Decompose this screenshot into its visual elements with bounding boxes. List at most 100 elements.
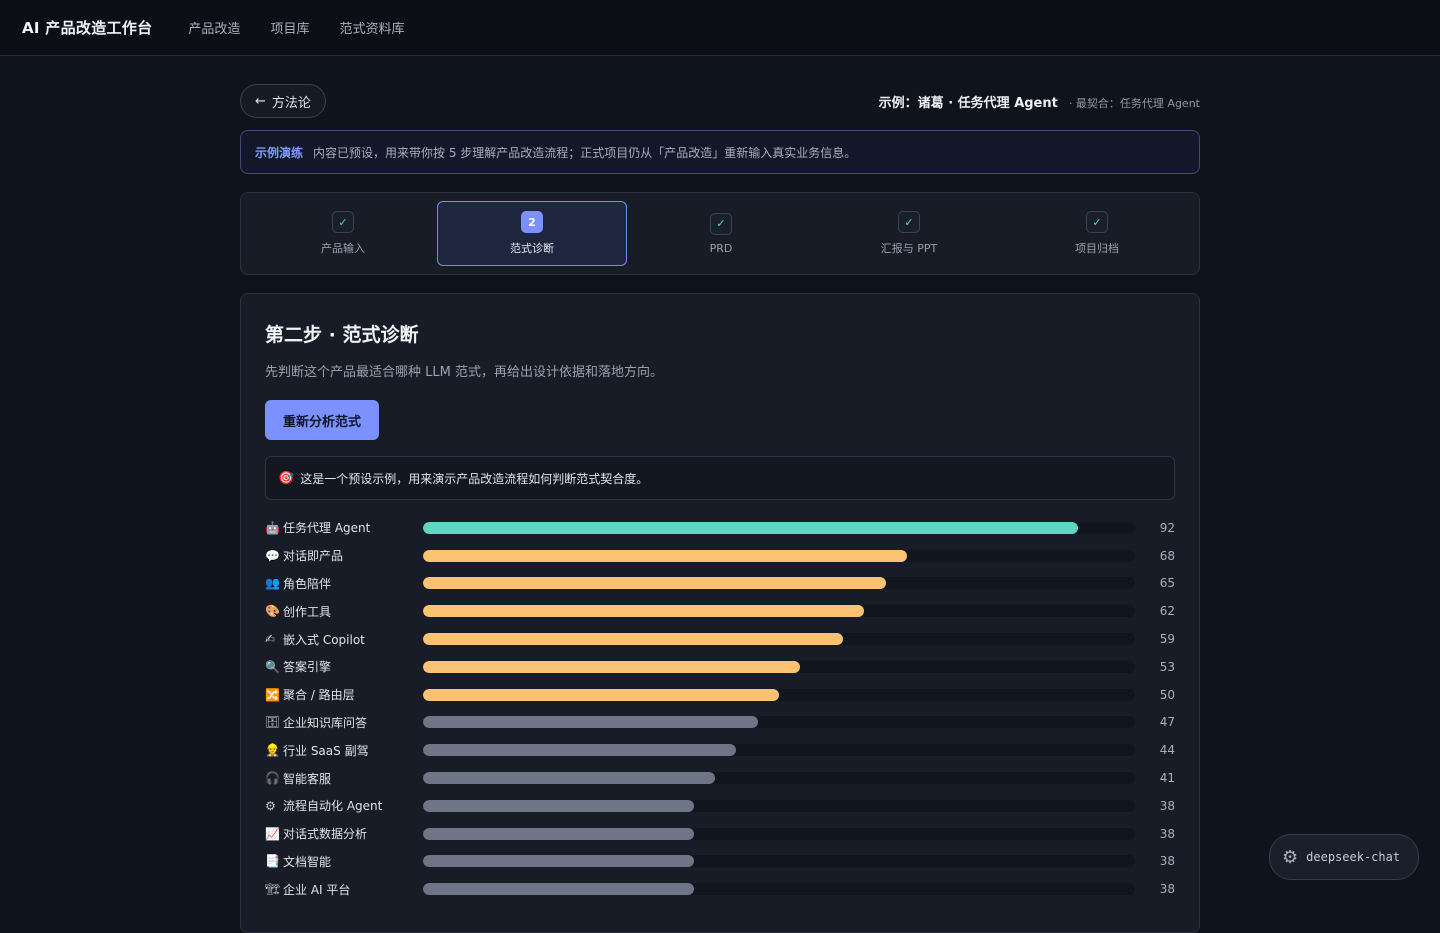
- bar-category-label: ✍ 嵌入式 Copilot: [265, 631, 423, 648]
- bar-category-label: 🔀 聚合 / 路由层: [265, 686, 423, 703]
- bar-fill: [423, 549, 908, 562]
- bar-row: 📑 文档智能 38: [265, 848, 1175, 876]
- bar-track: [423, 827, 1135, 840]
- bar-fill: [423, 660, 801, 673]
- step-progress: ✓ 产品输入 2 范式诊断 ✓ PRD ✓ 汇报与 PPT ✓ 项目归档: [240, 192, 1200, 275]
- bar-value-label: 38: [1159, 854, 1175, 869]
- bar-category-label: 🎨 创作工具: [265, 603, 423, 620]
- bar-fill: [423, 883, 694, 896]
- back-button-label: 方法论: [271, 95, 311, 111]
- bar-value-label: 53: [1159, 659, 1175, 674]
- header-row: ← 方法论 示例：诸葛 · 任务代理 Agent · 最契合：任务代理 Agen…: [240, 83, 1200, 119]
- bar-row: 🎧 智能客服 41: [265, 764, 1175, 792]
- step-check-icon: ✓: [1086, 211, 1108, 233]
- bar-fill: [423, 633, 844, 646]
- bar-value-label: 62: [1159, 604, 1175, 619]
- paradigm-icon: 💬: [265, 548, 280, 563]
- bar-row: 🗄 企业知识库问答 47: [265, 709, 1175, 737]
- bar-track: [423, 744, 1135, 757]
- bar-category-label: 🗄 企业知识库问答: [265, 714, 423, 731]
- paradigm-icon: 🏗: [265, 882, 281, 897]
- paradigm-icon: ⚙: [265, 798, 276, 813]
- bar-category-text: 聚合 / 路由层: [283, 688, 355, 703]
- app-brand[interactable]: AI 产品改造工作台: [22, 17, 152, 38]
- example-best-fit: · 最契合：任务代理 Agent: [1068, 96, 1200, 110]
- bar-fill: [423, 744, 737, 757]
- example-title: 示例：诸葛 · 任务代理 Agent: [878, 95, 1058, 111]
- bar-track: [423, 716, 1135, 729]
- bar-category-text: 嵌入式 Copilot: [283, 632, 365, 647]
- paradigm-icon: 👥: [265, 576, 280, 591]
- paradigm-icon: 🔀: [265, 687, 280, 702]
- bar-row: 🎨 创作工具 62: [265, 597, 1175, 625]
- bar-category-text: 角色陪伴: [283, 576, 332, 591]
- bar-category-label: ⚙ 流程自动化 Agent: [265, 797, 423, 814]
- paradigm-icon: 👷: [265, 743, 280, 758]
- bar-category-label: 📑 文档智能: [265, 853, 423, 870]
- bar-track: [423, 772, 1135, 785]
- bar-category-text: 智能客服: [283, 771, 332, 786]
- bar-value-label: 50: [1159, 687, 1175, 702]
- step-label: PRD: [709, 241, 733, 255]
- bar-value-label: 44: [1159, 743, 1175, 758]
- bar-fill: [423, 688, 779, 701]
- bar-fill: [423, 855, 694, 868]
- bar-category-label: 🔍 答案引擎: [265, 658, 423, 675]
- bar-category-text: 答案引擎: [283, 660, 332, 675]
- bar-category-text: 对话即产品: [283, 549, 344, 564]
- paradigm-icon: 🔍: [265, 659, 280, 674]
- step-label: 项目归档: [1075, 242, 1119, 255]
- bar-fill: [423, 799, 694, 812]
- step-label: 产品输入: [321, 242, 365, 255]
- step-check-icon: ✓: [898, 211, 920, 233]
- bar-row: 📈 对话式数据分析 38: [265, 820, 1175, 848]
- panel-title: 第二步 · 范式诊断: [265, 324, 419, 346]
- bar-track: [423, 605, 1135, 618]
- nav-link-product-transform[interactable]: 产品改造: [188, 18, 240, 37]
- step-report-ppt[interactable]: ✓ 汇报与 PPT: [815, 201, 1003, 266]
- step-project-archive[interactable]: ✓ 项目归档: [1003, 201, 1191, 266]
- model-selector[interactable]: ⚙ deepseek-chat: [1269, 834, 1419, 880]
- arrow-left-icon: ←: [255, 93, 266, 109]
- bar-category-label: 💬 对话即产品: [265, 547, 423, 564]
- bar-value-label: 68: [1159, 548, 1175, 563]
- demo-banner: 示例演练 内容已预设，用来带你按 5 步理解产品改造流程；正式项目仍从「产品改造…: [240, 130, 1200, 174]
- bar-value-label: 47: [1159, 715, 1175, 730]
- bar-row: ✍ 嵌入式 Copilot 59: [265, 625, 1175, 653]
- nav-link-project-library[interactable]: 项目库: [270, 18, 309, 37]
- panel-description: 先判断这个产品最适合哪种 LLM 范式，再给出设计依据和落地方向。: [265, 365, 663, 380]
- paradigm-icon: 🗄: [265, 715, 281, 730]
- bar-track: [423, 855, 1135, 868]
- step-prd[interactable]: ✓ PRD: [627, 201, 815, 266]
- step-label: 范式诊断: [510, 242, 554, 255]
- bar-value-label: 92: [1159, 520, 1175, 535]
- main-content: ← 方法论 示例：诸葛 · 任务代理 Agent · 最契合：任务代理 Agen…: [240, 56, 1200, 933]
- top-nav-bar: AI 产品改造工作台 产品改造 项目库 范式资料库: [0, 0, 1440, 56]
- bar-fill: [423, 577, 886, 590]
- gear-icon: ⚙: [1282, 846, 1299, 868]
- bar-track: [423, 549, 1135, 562]
- bar-value-label: 59: [1159, 632, 1175, 647]
- bar-category-label: 👥 角色陪伴: [265, 575, 423, 592]
- bar-category-text: 行业 SaaS 副驾: [283, 743, 369, 758]
- bar-category-text: 文档智能: [283, 854, 332, 869]
- bar-fill: [423, 772, 715, 785]
- bar-track: [423, 521, 1135, 534]
- back-to-methodology-button[interactable]: ← 方法论: [240, 84, 326, 118]
- bar-row: 🔀 聚合 / 路由层 50: [265, 681, 1175, 709]
- model-name: deepseek-chat: [1306, 850, 1401, 864]
- step-paradigm-diagnosis[interactable]: 2 范式诊断: [437, 201, 627, 266]
- nav-link-paradigm-library[interactable]: 范式资料库: [339, 18, 404, 37]
- reanalyze-paradigm-button[interactable]: 重新分析范式: [265, 400, 380, 440]
- bar-fill: [423, 827, 694, 840]
- paradigm-fit-chart: 🤖 任务代理 Agent 92 💬 对话即产品 68 👥 角色陪伴 65 🎨 创作工具 62 ✍ 嵌入式 …: [265, 514, 1175, 903]
- step-product-input[interactable]: ✓ 产品输入: [249, 201, 437, 266]
- bar-value-label: 38: [1159, 798, 1175, 813]
- bar-row: 🔍 答案引擎 53: [265, 653, 1175, 681]
- bar-category-text: 流程自动化 Agent: [283, 799, 383, 814]
- paradigm-icon: 📈: [265, 826, 280, 841]
- bar-category-text: 企业知识库问答: [283, 715, 368, 730]
- bar-value-label: 38: [1159, 882, 1175, 897]
- bar-category-label: 🤖 任务代理 Agent: [265, 519, 423, 536]
- bar-track: [423, 883, 1135, 896]
